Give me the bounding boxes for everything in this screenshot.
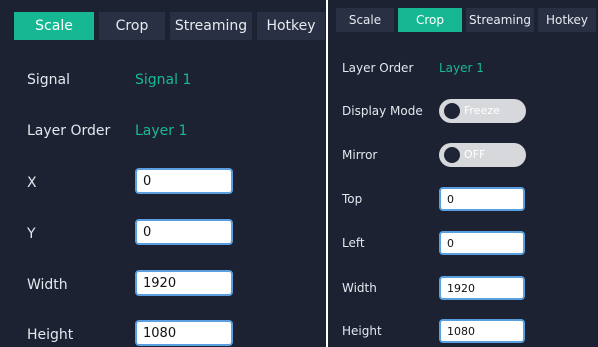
height-input[interactable] [135, 320, 233, 346]
layer-order-value: Layer 1 [135, 123, 188, 139]
left-input[interactable] [439, 231, 525, 255]
tab-crop[interactable]: Crop [398, 8, 462, 32]
display-mode-label: Display Mode [342, 104, 423, 118]
tab-crop[interactable]: Crop [99, 12, 165, 40]
x-input[interactable] [135, 168, 233, 194]
display-mode-value: Freeze [464, 104, 500, 117]
height-input[interactable] [439, 319, 525, 343]
tab-hotkey[interactable]: Hotkey [257, 12, 325, 40]
mirror-toggle[interactable]: OFF [439, 143, 526, 167]
y-label: Y [27, 226, 36, 242]
crop-panel: Scale Crop Streaming Hotkey Layer Order … [328, 0, 598, 347]
y-input[interactable] [135, 219, 233, 245]
display-mode-toggle[interactable]: Freeze [439, 99, 526, 123]
mirror-value: OFF [464, 148, 486, 161]
tab-streaming[interactable]: Streaming [466, 8, 534, 32]
toggle-knob [444, 147, 460, 163]
height-label: Height [342, 324, 382, 338]
mirror-label: Mirror [342, 148, 378, 162]
layer-order-label: Layer Order [342, 61, 414, 75]
toggle-knob [444, 103, 460, 119]
signal-label: Signal [27, 72, 71, 88]
left-label: Left [342, 236, 365, 250]
x-label: X [27, 175, 37, 191]
width-label: Width [342, 281, 377, 295]
tab-scale[interactable]: Scale [336, 8, 394, 32]
tab-scale[interactable]: Scale [14, 12, 94, 40]
width-input[interactable] [135, 270, 233, 296]
height-label: Height [27, 327, 74, 343]
tab-hotkey[interactable]: Hotkey [538, 8, 596, 32]
tab-streaming[interactable]: Streaming [170, 12, 252, 40]
tab-bar: Scale Crop Streaming Hotkey [14, 12, 325, 40]
signal-value: Signal 1 [135, 72, 192, 88]
top-input[interactable] [439, 187, 525, 211]
width-label: Width [27, 277, 68, 293]
layer-order-value: Layer 1 [439, 61, 484, 75]
scale-panel: Scale Crop Streaming Hotkey Signal Signa… [0, 0, 326, 347]
tab-bar: Scale Crop Streaming Hotkey [336, 8, 598, 32]
top-label: Top [342, 192, 363, 206]
layer-order-label: Layer Order [27, 123, 111, 139]
width-input[interactable] [439, 276, 525, 300]
